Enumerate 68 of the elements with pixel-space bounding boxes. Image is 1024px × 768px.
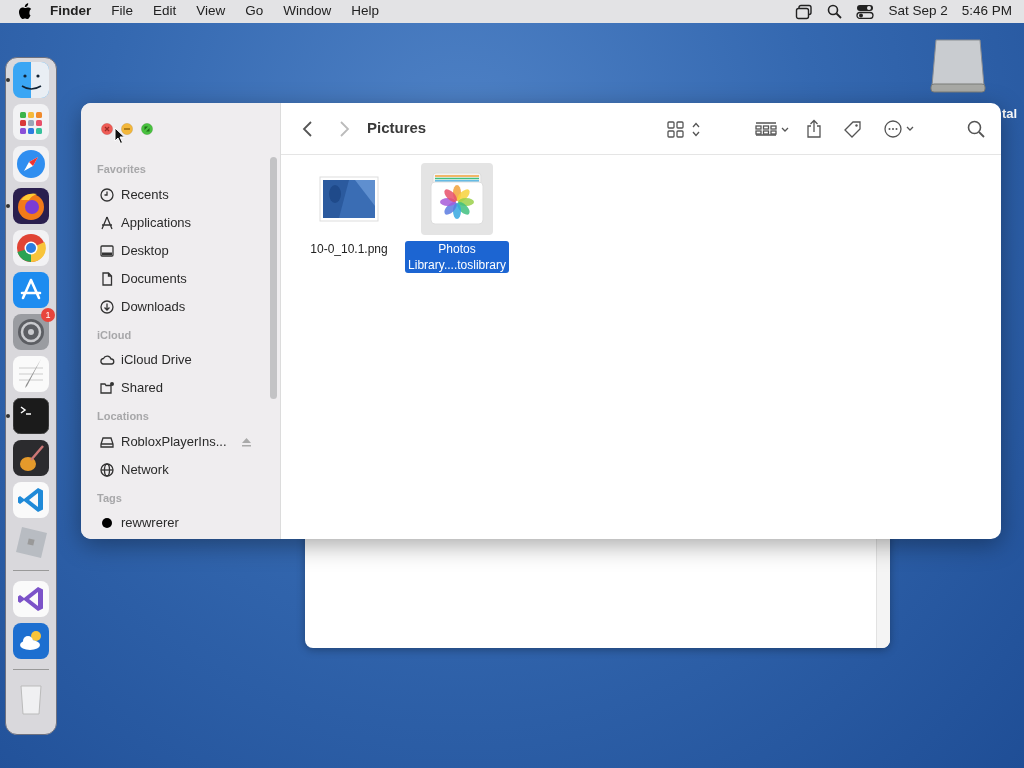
sidebar-heading: Tags [96, 490, 123, 506]
sidebar-item[interactable]: Applications [81, 208, 280, 237]
globe-icon [99, 461, 115, 478]
running-indicator [6, 78, 10, 82]
zoom-button[interactable] [141, 123, 153, 135]
app-store-icon[interactable] [13, 272, 49, 308]
app-grid-icon[interactable] [13, 104, 49, 140]
share-button[interactable] [805, 118, 823, 139]
cloud-icon [99, 352, 115, 368]
view-grid-button[interactable] [667, 119, 701, 138]
running-indicator [6, 414, 10, 418]
sidebar-heading: Favorites [96, 162, 147, 177]
group-button[interactable] [755, 119, 791, 138]
app-store-icon [99, 214, 115, 231]
document-icon [99, 270, 115, 287]
time-text: 5:46 PM [961, 2, 1012, 21]
back-button[interactable] [301, 119, 315, 138]
sidebar-heading: iCloud [96, 327, 133, 343]
sidebar-item[interactable]: Shared [81, 374, 280, 402]
apple-logo-icon[interactable] [18, 3, 32, 20]
fox-globe-icon[interactable] [13, 188, 49, 224]
sidebar-item[interactable]: Recents [81, 180, 280, 209]
close-button[interactable] [101, 123, 113, 135]
thumbnail-tile[interactable] [421, 163, 493, 235]
scrollbar-thumb[interactable] [270, 157, 277, 399]
sidebar-item[interactable]: Desktop [81, 236, 280, 265]
file-name[interactable]: Photos Library....toslibrary [405, 241, 509, 273]
browser-wheel-icon[interactable] [13, 230, 49, 266]
code-editor-icon[interactable] [13, 482, 49, 518]
search-button[interactable] [967, 119, 985, 138]
date-text: Sat Sep 2 [888, 2, 948, 21]
download-icon [99, 298, 115, 315]
desktop-icon-label: tal [1002, 105, 1018, 123]
menu-item[interactable]: Window [273, 1, 342, 22]
sun-cloud-icon[interactable] [13, 623, 49, 659]
menu-item[interactable]: View [186, 1, 236, 22]
sidebar-item[interactable]: Network [81, 455, 280, 484]
menu-item[interactable]: Help [341, 1, 390, 22]
file-name[interactable]: 10-0_10.1.png [307, 241, 391, 257]
sidebar-heading: Locations [96, 409, 150, 424]
sidebar-item[interactable]: Downloads [81, 292, 280, 321]
screen-mirroring-icon[interactable] [795, 3, 814, 20]
search-icon[interactable] [827, 4, 843, 19]
code-editor-icon[interactable] [13, 581, 49, 617]
control-center-icon[interactable] [856, 4, 875, 19]
minimize-button[interactable] [121, 123, 133, 135]
desktop-icon [99, 242, 115, 259]
guitar-icon[interactable] [13, 440, 49, 476]
sidebar-item[interactable]: rewwrerer [81, 509, 280, 537]
menu-item[interactable]: Go [235, 1, 274, 22]
sidebar-item[interactable]: RobloxPlayerIns... [81, 427, 280, 456]
clock-icon [99, 186, 115, 203]
terminal-icon[interactable] [13, 398, 49, 434]
tag-button[interactable] [843, 118, 863, 139]
mouse-pointer-icon [114, 127, 126, 145]
app-menu[interactable]: Finder [40, 1, 102, 22]
running-indicator [6, 204, 10, 208]
shared-folder-icon [99, 380, 115, 396]
sidebar-item[interactable]: Documents [81, 264, 280, 293]
finder-face-icon[interactable] [13, 62, 49, 98]
compass-icon[interactable] [13, 146, 49, 182]
folder-title: Pictures [367, 118, 427, 139]
sidebar-item[interactable]: iCloud Drive [81, 346, 280, 374]
gear-icon[interactable] [13, 314, 49, 350]
external-drive-icon[interactable] [928, 36, 988, 96]
menu-item[interactable]: Edit [143, 1, 187, 22]
notification-badge: 1 [41, 308, 55, 322]
menu-item[interactable]: File [101, 1, 144, 22]
